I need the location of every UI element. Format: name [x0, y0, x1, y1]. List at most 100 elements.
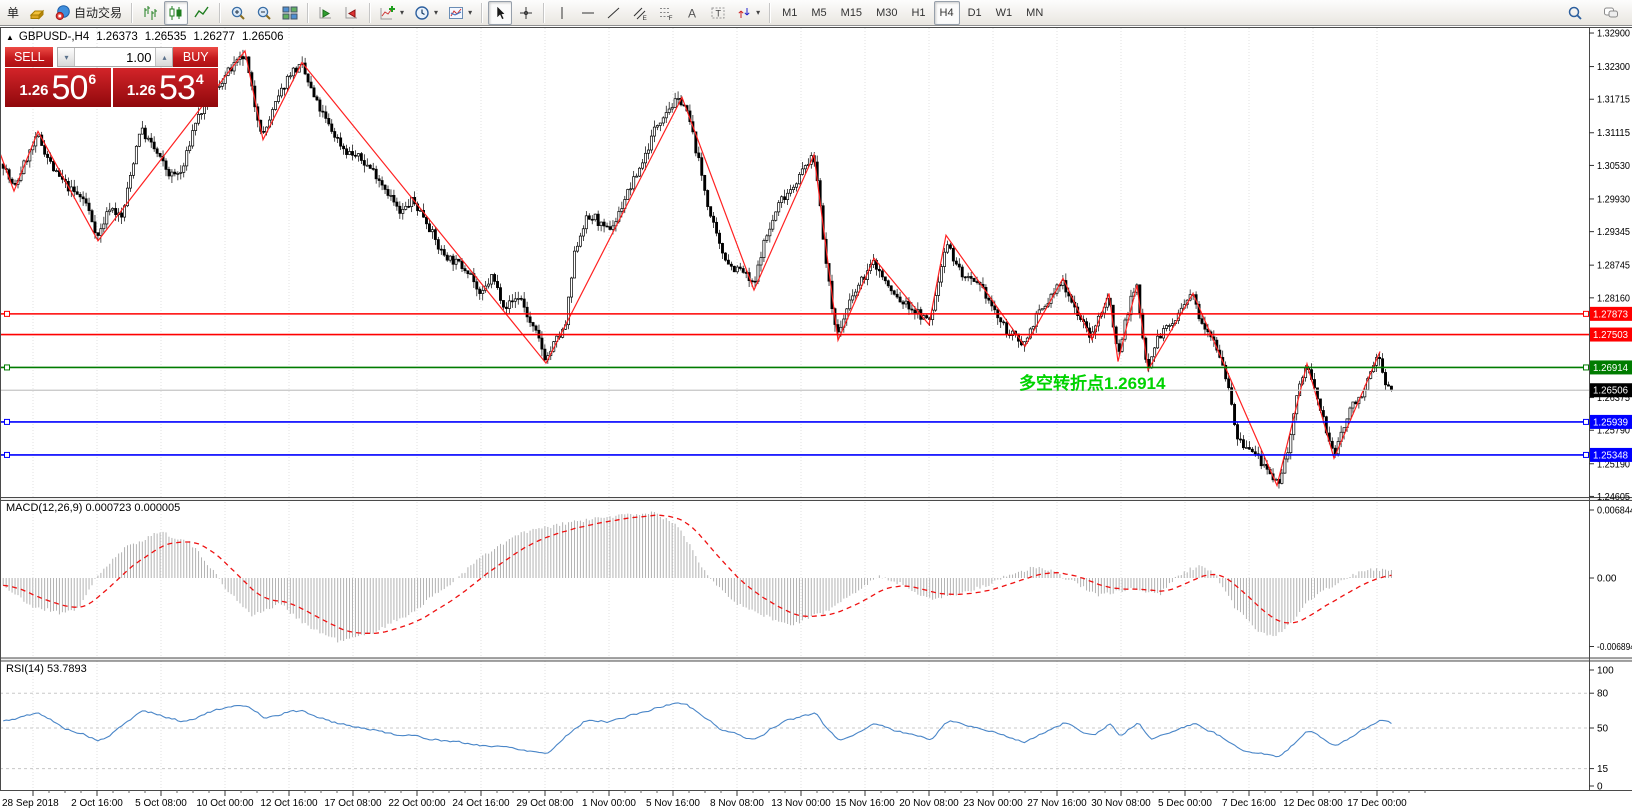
svg-text:80: 80 — [1597, 689, 1609, 700]
timeframe-h1-button[interactable]: H1 — [905, 1, 931, 25]
hline-icon — [580, 5, 596, 21]
line-handle[interactable] — [1584, 452, 1589, 457]
sell-price-button[interactable]: 1.26 50 6 — [5, 68, 111, 107]
svg-text:1.28160: 1.28160 — [1597, 293, 1630, 304]
svg-text:2 Oct 16:00: 2 Oct 16:00 — [71, 798, 123, 809]
candlestick-chart-button[interactable] — [164, 1, 188, 25]
line-handle[interactable] — [1584, 365, 1589, 370]
cursor-button[interactable] — [488, 1, 512, 25]
line-handle[interactable] — [5, 419, 10, 424]
line-handle[interactable] — [5, 452, 10, 457]
volume-decrease-button[interactable]: ▾ — [58, 48, 75, 66]
svg-text:15: 15 — [1597, 764, 1609, 775]
one-click-trading-panel: SELL ▾ ▴ BUY 1.26 50 6 1.26 53 4 — [5, 47, 218, 107]
volume-stepper: ▾ ▴ — [57, 47, 173, 67]
timeframe-h4-button[interactable]: H4 — [934, 1, 960, 25]
line-handle[interactable] — [5, 365, 10, 370]
timeframe-h1-button-label: H1 — [911, 7, 925, 19]
svg-text:8 Nov 08:00: 8 Nov 08:00 — [710, 798, 764, 809]
line-handle[interactable] — [1584, 311, 1589, 316]
new-order-button[interactable]: 单 — [3, 1, 23, 25]
timeframe-mn-button[interactable]: MN — [1020, 1, 1049, 25]
close-order-button[interactable] — [25, 1, 49, 25]
search-icon — [1567, 5, 1583, 21]
timeframe-m5-button[interactable]: M5 — [805, 1, 832, 25]
labelT-icon: T — [710, 5, 726, 21]
buy-button[interactable]: BUY — [173, 47, 218, 67]
svg-text:-0.006894: -0.006894 — [1597, 642, 1632, 653]
svg-text:1.24605: 1.24605 — [1597, 492, 1630, 503]
svg-text:22 Oct 00:00: 22 Oct 00:00 — [388, 798, 446, 809]
chat-icon — [1603, 5, 1619, 21]
timeframe-m15-button[interactable]: M15 — [835, 1, 868, 25]
sell-button[interactable]: SELL — [5, 47, 53, 67]
bar-chart-button[interactable] — [138, 1, 162, 25]
toolbar-separator — [307, 3, 309, 23]
auto-trading-button[interactable]: 自动交易 — [51, 1, 126, 25]
svg-text:28 Sep 2018: 28 Sep 2018 — [2, 798, 59, 809]
line-handle[interactable] — [5, 311, 10, 316]
trendline-button[interactable] — [602, 1, 626, 25]
timeframe-m30-button[interactable]: M30 — [870, 1, 903, 25]
svg-text:30 Nov 08:00: 30 Nov 08:00 — [1091, 798, 1151, 809]
autoscroll-icon — [318, 5, 334, 21]
indicators-icon — [380, 5, 396, 21]
zoom-out-button[interactable] — [252, 1, 276, 25]
crosshair-button[interactable] — [514, 1, 538, 25]
svg-text:1.29345: 1.29345 — [1597, 227, 1630, 238]
auto-scroll-button[interactable] — [314, 1, 338, 25]
svg-text:50: 50 — [1597, 724, 1609, 735]
arrows-icon — [736, 5, 752, 21]
chart-canvas[interactable]: 多空转折点1.269141.329001.323001.317151.31115… — [0, 0, 1632, 811]
svg-text:1.28745: 1.28745 — [1597, 261, 1630, 272]
zoom-in-button[interactable] — [226, 1, 250, 25]
chevron-down-icon[interactable]: ▾ — [468, 8, 472, 17]
buy-price-main: 53 — [159, 73, 195, 104]
horizontal-line-button[interactable] — [576, 1, 600, 25]
arrows-button[interactable]: ▾ — [732, 1, 764, 25]
timeframe-m1-button[interactable]: M1 — [776, 1, 803, 25]
text-button[interactable]: A — [680, 1, 704, 25]
timeframe-d1-button-label: D1 — [968, 7, 982, 19]
vline-icon — [554, 5, 570, 21]
search-button[interactable] — [1563, 1, 1587, 25]
timeframe-w1-button-label: W1 — [996, 7, 1013, 19]
svg-text:12 Dec 08:00: 12 Dec 08:00 — [1283, 798, 1343, 809]
chat-button[interactable] — [1599, 1, 1623, 25]
line-chart-button[interactable] — [190, 1, 214, 25]
indicators-button[interactable]: ▾ — [376, 1, 408, 25]
annotation-text[interactable]: 多空转折点1.26914 — [1019, 373, 1166, 393]
channel-icon: E — [632, 5, 648, 21]
tile-windows-button[interactable] — [278, 1, 302, 25]
periods-button[interactable]: ▾ — [410, 1, 442, 25]
timeframe-w1-button[interactable]: W1 — [990, 1, 1019, 25]
volume-increase-button[interactable]: ▴ — [155, 48, 172, 66]
sell-price-prefix: 1.26 — [19, 82, 48, 99]
toolbar-separator — [369, 3, 371, 23]
line-handle[interactable] — [1584, 419, 1589, 424]
volume-input[interactable] — [75, 48, 155, 66]
fibonacci-button[interactable]: F — [654, 1, 678, 25]
equidistant-channel-button[interactable]: E — [628, 1, 652, 25]
buy-price-button[interactable]: 1.26 53 4 — [113, 68, 219, 107]
chart-ohlc-title: ▲ GBPUSD-,H4 1.26373 1.26535 1.26277 1.2… — [6, 31, 291, 43]
template-icon — [448, 5, 464, 21]
templates-button[interactable]: ▾ — [444, 1, 476, 25]
vertical-line-button[interactable] — [550, 1, 574, 25]
textA-icon: A — [684, 5, 700, 21]
timeframe-d1-button[interactable]: D1 — [962, 1, 988, 25]
price-badge: 1.27503 — [1590, 328, 1632, 342]
chevron-down-icon[interactable]: ▾ — [434, 8, 438, 17]
collapse-panel-icon[interactable]: ▲ — [6, 33, 14, 42]
shift-icon — [344, 5, 360, 21]
chevron-down-icon[interactable]: ▾ — [400, 8, 404, 17]
tline-icon — [606, 5, 622, 21]
sell-price-pip: 6 — [88, 71, 96, 87]
svg-text:1.30530: 1.30530 — [1597, 161, 1630, 172]
chevron-down-icon[interactable]: ▾ — [756, 8, 760, 17]
text-label-button[interactable]: T — [706, 1, 730, 25]
svg-text:E: E — [643, 15, 648, 21]
chart-shift-button[interactable] — [340, 1, 364, 25]
timeframe-m5-button-label: M5 — [811, 7, 826, 19]
timeframe-m30-button-label: M30 — [876, 7, 897, 19]
